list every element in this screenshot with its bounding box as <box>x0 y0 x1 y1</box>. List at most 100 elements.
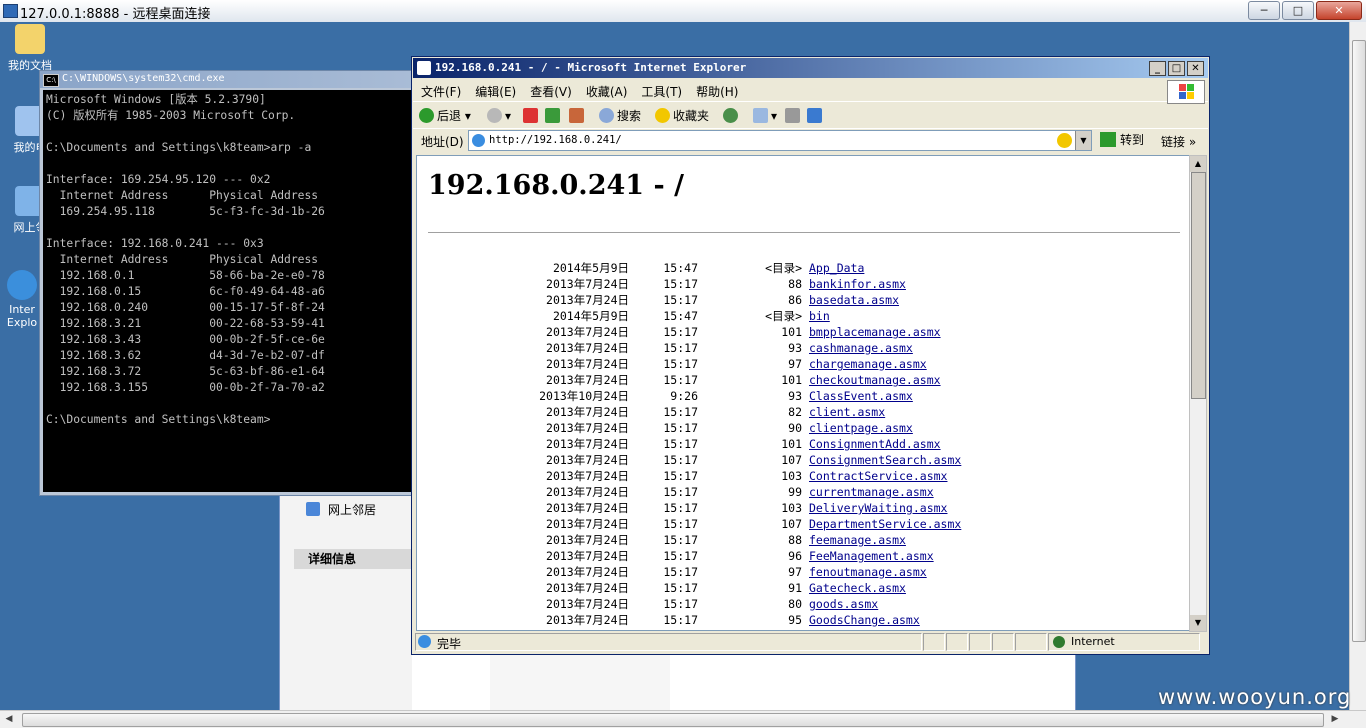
menu-view[interactable]: 查看(V) <box>522 79 578 100</box>
listing-link[interactable]: App_Data <box>809 260 864 276</box>
listing-link[interactable]: Gatecheck.asmx <box>809 580 906 596</box>
listing-time: 15:17 <box>663 421 698 435</box>
rdp-horizontal-scrollbar[interactable]: ◀ ▶ <box>0 710 1366 728</box>
cmd-console[interactable]: Microsoft Windows [版本 5.2.3790] (C) 版权所有… <box>43 90 411 492</box>
scroll-right-button[interactable]: ▶ <box>1328 713 1342 725</box>
rdp-horizontal-scroll-thumb[interactable] <box>22 713 1324 727</box>
stop-button[interactable] <box>523 107 541 125</box>
menu-help[interactable]: 帮助(H) <box>688 79 744 100</box>
address-dropdown-button[interactable]: ▼ <box>1075 131 1091 150</box>
listing-size: 99 <box>788 485 802 499</box>
page-scrollbar[interactable]: ▲ ▼ <box>1189 155 1207 632</box>
listing-row: 2013年7月24日 15:17 107 DepartmentService.asmx <box>417 516 1189 532</box>
desktop-icon-my-documents[interactable]: 我的文档 <box>0 24 60 73</box>
rdp-close-button[interactable]: ✕ <box>1316 1 1362 20</box>
listing-link[interactable]: client.asmx <box>809 404 885 420</box>
listing-time: 15:17 <box>663 517 698 531</box>
cmd-window-title: C:\WINDOWS\system32\cmd.exe <box>62 73 225 84</box>
home-icon <box>569 108 584 123</box>
desktop-icon-internet-explorer[interactable]: Inter Explo <box>0 270 44 329</box>
details-section-header[interactable]: 详细信息 <box>294 549 426 569</box>
cmd-window: C:\ C:\WINDOWS\system32\cmd.exe Microsof… <box>39 70 415 496</box>
mail-button[interactable]: ▾ <box>753 107 777 125</box>
listing-date: 2013年7月24日 <box>546 533 629 547</box>
compat-icon[interactable] <box>1057 133 1072 148</box>
menu-edit[interactable]: 编辑(E) <box>467 79 522 100</box>
favorites-button[interactable]: 收藏夹 <box>655 107 709 125</box>
ie-menu-bar: 文件(F) 编辑(E) 查看(V) 收藏(A) 工具(T) 帮助(H) <box>413 79 1208 102</box>
listing-time: 15:17 <box>663 357 698 371</box>
rdp-window-title: 127.0.0.1:8888 - 远程桌面连接 <box>20 7 211 22</box>
listing-link[interactable]: chargemanage.asmx <box>809 356 927 372</box>
go-button[interactable]: 转到 <box>1100 131 1144 148</box>
listing-row: 2013年7月24日 15:17 93 cashmanage.asmx <box>417 340 1189 356</box>
cmd-title-bar[interactable]: C:\ C:\WINDOWS\system32\cmd.exe <box>40 71 414 88</box>
listing-link[interactable]: bankinfor.asmx <box>809 276 906 292</box>
refresh-button[interactable] <box>545 107 563 125</box>
scroll-left-button[interactable]: ◀ <box>2 713 16 725</box>
listing-link[interactable]: basedata.asmx <box>809 292 899 308</box>
forward-button[interactable]: ▾ <box>487 107 511 125</box>
listing-time: 15:17 <box>663 373 698 387</box>
history-button[interactable] <box>723 107 741 125</box>
listing-row: 2013年7月24日 15:17 97 fenoutmanage.asmx <box>417 564 1189 580</box>
listing-size: 88 <box>788 533 802 547</box>
listing-link[interactable]: ClassEvent.asmx <box>809 388 913 404</box>
ie-title-bar[interactable]: 192.168.0.241 - / - Microsoft Internet E… <box>413 58 1208 78</box>
listing-link[interactable]: currentmanage.asmx <box>809 484 934 500</box>
listing-link[interactable]: ConsignmentSearch.asmx <box>809 452 961 468</box>
scroll-up-button[interactable]: ▲ <box>1190 156 1206 172</box>
listing-date: 2013年7月24日 <box>546 293 629 307</box>
listing-link[interactable]: ConsignmentAdd.asmx <box>809 436 941 452</box>
menu-favorites[interactable]: 收藏(A) <box>578 79 634 100</box>
edit-button[interactable] <box>807 107 825 125</box>
network-places-link[interactable]: 网上邻居 <box>306 501 376 518</box>
search-button[interactable]: 搜索 <box>599 107 641 125</box>
desktop-icon-label: Inter Explo <box>6 303 38 329</box>
listing-link[interactable]: ContractService.asmx <box>809 468 947 484</box>
listing-link[interactable]: goods.asmx <box>809 596 878 612</box>
rdp-minimize-button[interactable]: ─ <box>1248 1 1280 20</box>
listing-size: 93 <box>788 341 802 355</box>
listing-link[interactable]: DepartmentService.asmx <box>809 516 961 532</box>
listing-link[interactable]: DeliveryWaiting.asmx <box>809 500 947 516</box>
listing-link[interactable]: bin <box>809 308 830 324</box>
scroll-down-button[interactable]: ▼ <box>1190 615 1206 631</box>
address-input[interactable]: http://192.168.0.241/ ▼ <box>468 130 1092 151</box>
listing-link[interactable]: fenoutmanage.asmx <box>809 564 927 580</box>
listing-link[interactable]: GoodsChange.asmx <box>809 612 920 628</box>
rdp-maximize-button[interactable]: □ <box>1282 1 1314 20</box>
back-button[interactable]: 后退 ▾ <box>419 107 471 125</box>
listing-row: 2013年7月24日 15:17 91 Gatecheck.asmx <box>417 580 1189 596</box>
scroll-thumb[interactable] <box>1191 172 1206 399</box>
links-button[interactable]: 链接 » <box>1161 133 1196 150</box>
listing-link[interactable]: checkoutmanage.asmx <box>809 372 941 388</box>
rdp-vertical-scrollbar[interactable] <box>1349 22 1366 710</box>
listing-link[interactable]: FeeManagement.asmx <box>809 548 934 564</box>
menu-tools[interactable]: 工具(T) <box>633 79 688 100</box>
home-button[interactable] <box>569 107 587 125</box>
print-button[interactable] <box>785 107 803 125</box>
ie-close-button[interactable]: ✕ <box>1187 61 1204 76</box>
listing-link[interactable]: feemanage.asmx <box>809 532 906 548</box>
listing-link[interactable]: bmpplacemanage.asmx <box>809 324 941 340</box>
print-icon <box>785 108 800 123</box>
listing-date: 2013年7月24日 <box>546 373 629 387</box>
listing-date: 2013年7月24日 <box>546 501 629 515</box>
status-text: 完毕 <box>437 637 462 651</box>
internet-explorer-icon <box>7 270 37 300</box>
listing-size: 101 <box>781 325 802 339</box>
listing-date: 2013年7月24日 <box>546 405 629 419</box>
windows-logo-icon <box>1167 80 1205 104</box>
listing-row: 2013年7月24日 15:17 86 basedata.asmx <box>417 292 1189 308</box>
listing-row: 2013年7月24日 15:17 101 bmpplacemanage.asmx <box>417 324 1189 340</box>
ie-minimize-button[interactable]: _ <box>1149 61 1166 76</box>
listing-link[interactable]: cashmanage.asmx <box>809 340 913 356</box>
listing-link[interactable]: clientpage.asmx <box>809 420 913 436</box>
menu-file[interactable]: 文件(F) <box>413 79 467 100</box>
listing-row: 2013年7月24日 15:17 99 currentmanage.asmx <box>417 484 1189 500</box>
rdp-vertical-scroll-thumb[interactable] <box>1352 40 1366 642</box>
ie-maximize-button[interactable]: □ <box>1168 61 1185 76</box>
listing-row: 2013年7月24日 15:17 103 ContractService.asmx <box>417 468 1189 484</box>
listing-size: 97 <box>788 565 802 579</box>
